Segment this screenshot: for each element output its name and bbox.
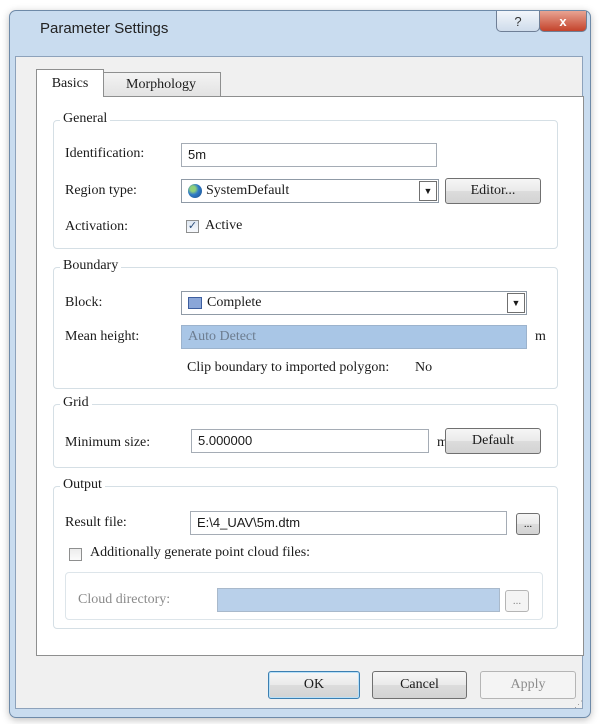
block-label: Block: <box>65 295 103 310</box>
point-cloud-checkbox[interactable] <box>69 548 82 561</box>
minimum-size-input[interactable]: 5.000000 <box>191 429 429 453</box>
minimum-size-label: Minimum size: <box>65 435 151 450</box>
tab-basics[interactable]: Basics <box>36 69 104 97</box>
window-title: Parameter Settings <box>40 20 169 37</box>
identification-label: Identification: <box>65 146 145 161</box>
mean-height-label: Mean height: <box>65 329 140 344</box>
boundary-group-title: Boundary <box>60 258 122 274</box>
close-button[interactable]: x <box>539 11 587 32</box>
cloud-directory-browse-button[interactable]: ... <box>505 590 529 612</box>
globe-icon <box>188 184 202 198</box>
point-cloud-label: Additionally generate point cloud files: <box>90 545 311 560</box>
resize-grip-icon[interactable]: ⋰ <box>574 699 583 710</box>
region-type-value: SystemDefault <box>206 183 290 198</box>
chevron-down-icon[interactable]: ▼ <box>507 293 525 313</box>
result-file-input[interactable]: E:\4_UAV\5m.dtm <box>190 511 507 535</box>
grid-group-title: Grid <box>60 395 92 411</box>
default-button[interactable]: Default <box>445 428 541 454</box>
chevron-down-icon[interactable]: ▼ <box>419 181 437 201</box>
region-type-select[interactable]: SystemDefault ▼ <box>181 179 439 203</box>
mean-height-unit: m <box>535 329 546 344</box>
output-group-title: Output <box>60 477 105 493</box>
cloud-directory-input[interactable] <box>217 588 500 612</box>
help-icon: ? <box>514 13 522 29</box>
apply-button[interactable]: Apply <box>480 671 576 699</box>
cloud-directory-label: Cloud directory: <box>78 592 171 607</box>
clip-boundary-value: No <box>415 360 433 375</box>
activation-label: Activation: <box>65 219 128 234</box>
identification-input[interactable]: 5m <box>181 143 437 167</box>
clip-boundary-label: Clip boundary to imported polygon: <box>187 360 390 375</box>
ok-button[interactable]: OK <box>268 671 360 699</box>
close-icon: x <box>559 13 567 29</box>
editor-button[interactable]: Editor... <box>445 178 541 204</box>
active-checkbox[interactable]: ✓ <box>186 220 199 233</box>
general-group-title: General <box>60 111 111 127</box>
mean-height-input[interactable]: Auto Detect <box>181 325 527 349</box>
region-type-label: Region type: <box>65 183 137 198</box>
block-value: Complete <box>207 295 262 310</box>
block-select[interactable]: Complete ▼ <box>181 291 527 315</box>
tab-morphology[interactable]: Morphology <box>101 72 221 97</box>
cancel-button[interactable]: Cancel <box>372 671 467 699</box>
result-file-label: Result file: <box>65 515 127 530</box>
block-icon <box>188 297 202 309</box>
active-checkbox-label: Active <box>205 218 243 233</box>
result-file-browse-button[interactable]: ... <box>516 513 540 535</box>
help-button[interactable]: ? <box>496 11 540 32</box>
